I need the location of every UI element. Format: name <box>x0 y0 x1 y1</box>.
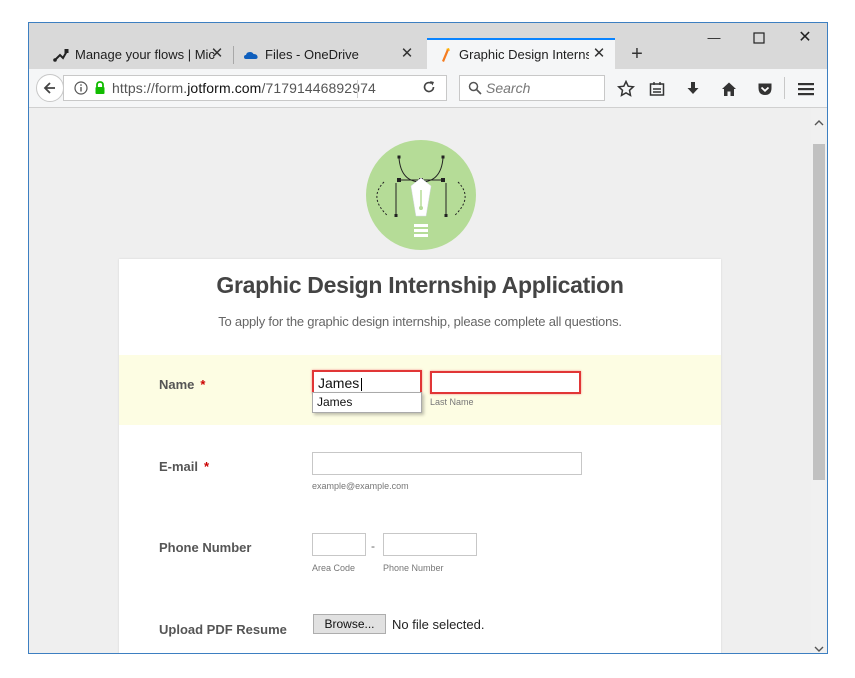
phone-number-sublabel: Phone Number <box>383 563 444 573</box>
last-name-sublabel: Last Name <box>430 397 474 407</box>
minimize-icon[interactable]: — <box>699 29 729 47</box>
jotform-icon <box>437 47 453 63</box>
name-label: Name * <box>159 377 206 392</box>
search-icon <box>468 81 482 95</box>
page-content: Graphic Design Internship Application To… <box>29 108 811 653</box>
scrollbar-thumb[interactable] <box>813 144 825 480</box>
info-icon[interactable] <box>74 81 88 95</box>
new-tab-button[interactable]: + <box>627 43 647 65</box>
tab-manage-flows[interactable]: Manage your flows | Mic ✕ <box>53 40 234 69</box>
autocomplete-option[interactable]: James <box>312 392 422 413</box>
scroll-down-icon[interactable] <box>814 640 824 653</box>
pocket-icon[interactable] <box>755 79 775 99</box>
email-label: E-mail * <box>159 459 210 474</box>
reload-icon[interactable] <box>422 80 436 94</box>
file-status: No file selected. <box>392 617 485 632</box>
required-mark: * <box>200 377 206 392</box>
tab-separator <box>233 46 234 64</box>
phone-label: Phone Number <box>159 540 252 555</box>
maximize-icon[interactable] <box>744 29 774 47</box>
navigation-bar: https://form.jotform.com/71791446892974 … <box>29 69 827 108</box>
scroll-up-icon[interactable] <box>814 114 824 132</box>
tab-graphic-design[interactable]: Graphic Design Internshi ✕ <box>427 38 615 69</box>
form-logo <box>366 140 476 250</box>
browser-window: Manage your flows | Mic ✕ Files - OneDri… <box>28 22 828 654</box>
tab-strip: Manage your flows | Mic ✕ Files - OneDri… <box>29 23 827 69</box>
url-bar[interactable]: https://form.jotform.com/71791446892974 <box>63 75 447 101</box>
browse-button[interactable]: Browse... <box>313 614 386 634</box>
search-placeholder: Search <box>486 80 531 96</box>
area-code-input[interactable] <box>312 533 366 556</box>
bookmark-star-icon[interactable] <box>616 79 636 99</box>
url-text: https://form.jotform.com/71791446892974 <box>112 80 376 96</box>
search-bar[interactable]: Search <box>459 75 605 101</box>
first-name-input[interactable]: James <box>312 370 422 394</box>
close-window-icon[interactable]: ✕ <box>790 29 820 47</box>
close-tab-icon[interactable]: ✕ <box>591 46 607 62</box>
reading-list-icon[interactable] <box>647 79 667 99</box>
email-input[interactable] <box>312 452 582 475</box>
flow-icon <box>53 47 69 63</box>
phone-number-input[interactable] <box>383 533 477 556</box>
tab-onedrive[interactable]: Files - OneDrive ✕ <box>243 40 423 69</box>
form-title: Graphic Design Internship Application <box>216 272 624 298</box>
menu-icon[interactable] <box>796 79 816 99</box>
form-subtitle: To apply for the graphic design internsh… <box>218 314 622 329</box>
back-button[interactable] <box>36 74 64 102</box>
home-icon[interactable] <box>719 79 739 99</box>
text-cursor-icon <box>361 377 363 391</box>
last-name-input[interactable] <box>430 371 581 394</box>
phone-separator: - <box>371 539 375 553</box>
vertical-scrollbar[interactable] <box>811 108 827 653</box>
onedrive-icon <box>243 47 259 63</box>
resume-label: Upload PDF Resume <box>159 622 287 637</box>
close-tab-icon[interactable]: ✕ <box>399 46 415 62</box>
tab-title: Graphic Design Internshi <box>459 47 589 62</box>
email-sublabel: example@example.com <box>312 481 409 491</box>
form-card: Graphic Design Internship Application To… <box>119 259 721 653</box>
download-icon[interactable] <box>683 79 703 99</box>
tab-title: Files - OneDrive <box>265 47 359 62</box>
lock-icon <box>94 81 106 95</box>
tab-title: Manage your flows | Mic <box>75 47 215 62</box>
area-code-sublabel: Area Code <box>312 563 356 573</box>
close-tab-icon[interactable]: ✕ <box>209 46 225 62</box>
required-mark: * <box>204 459 210 474</box>
